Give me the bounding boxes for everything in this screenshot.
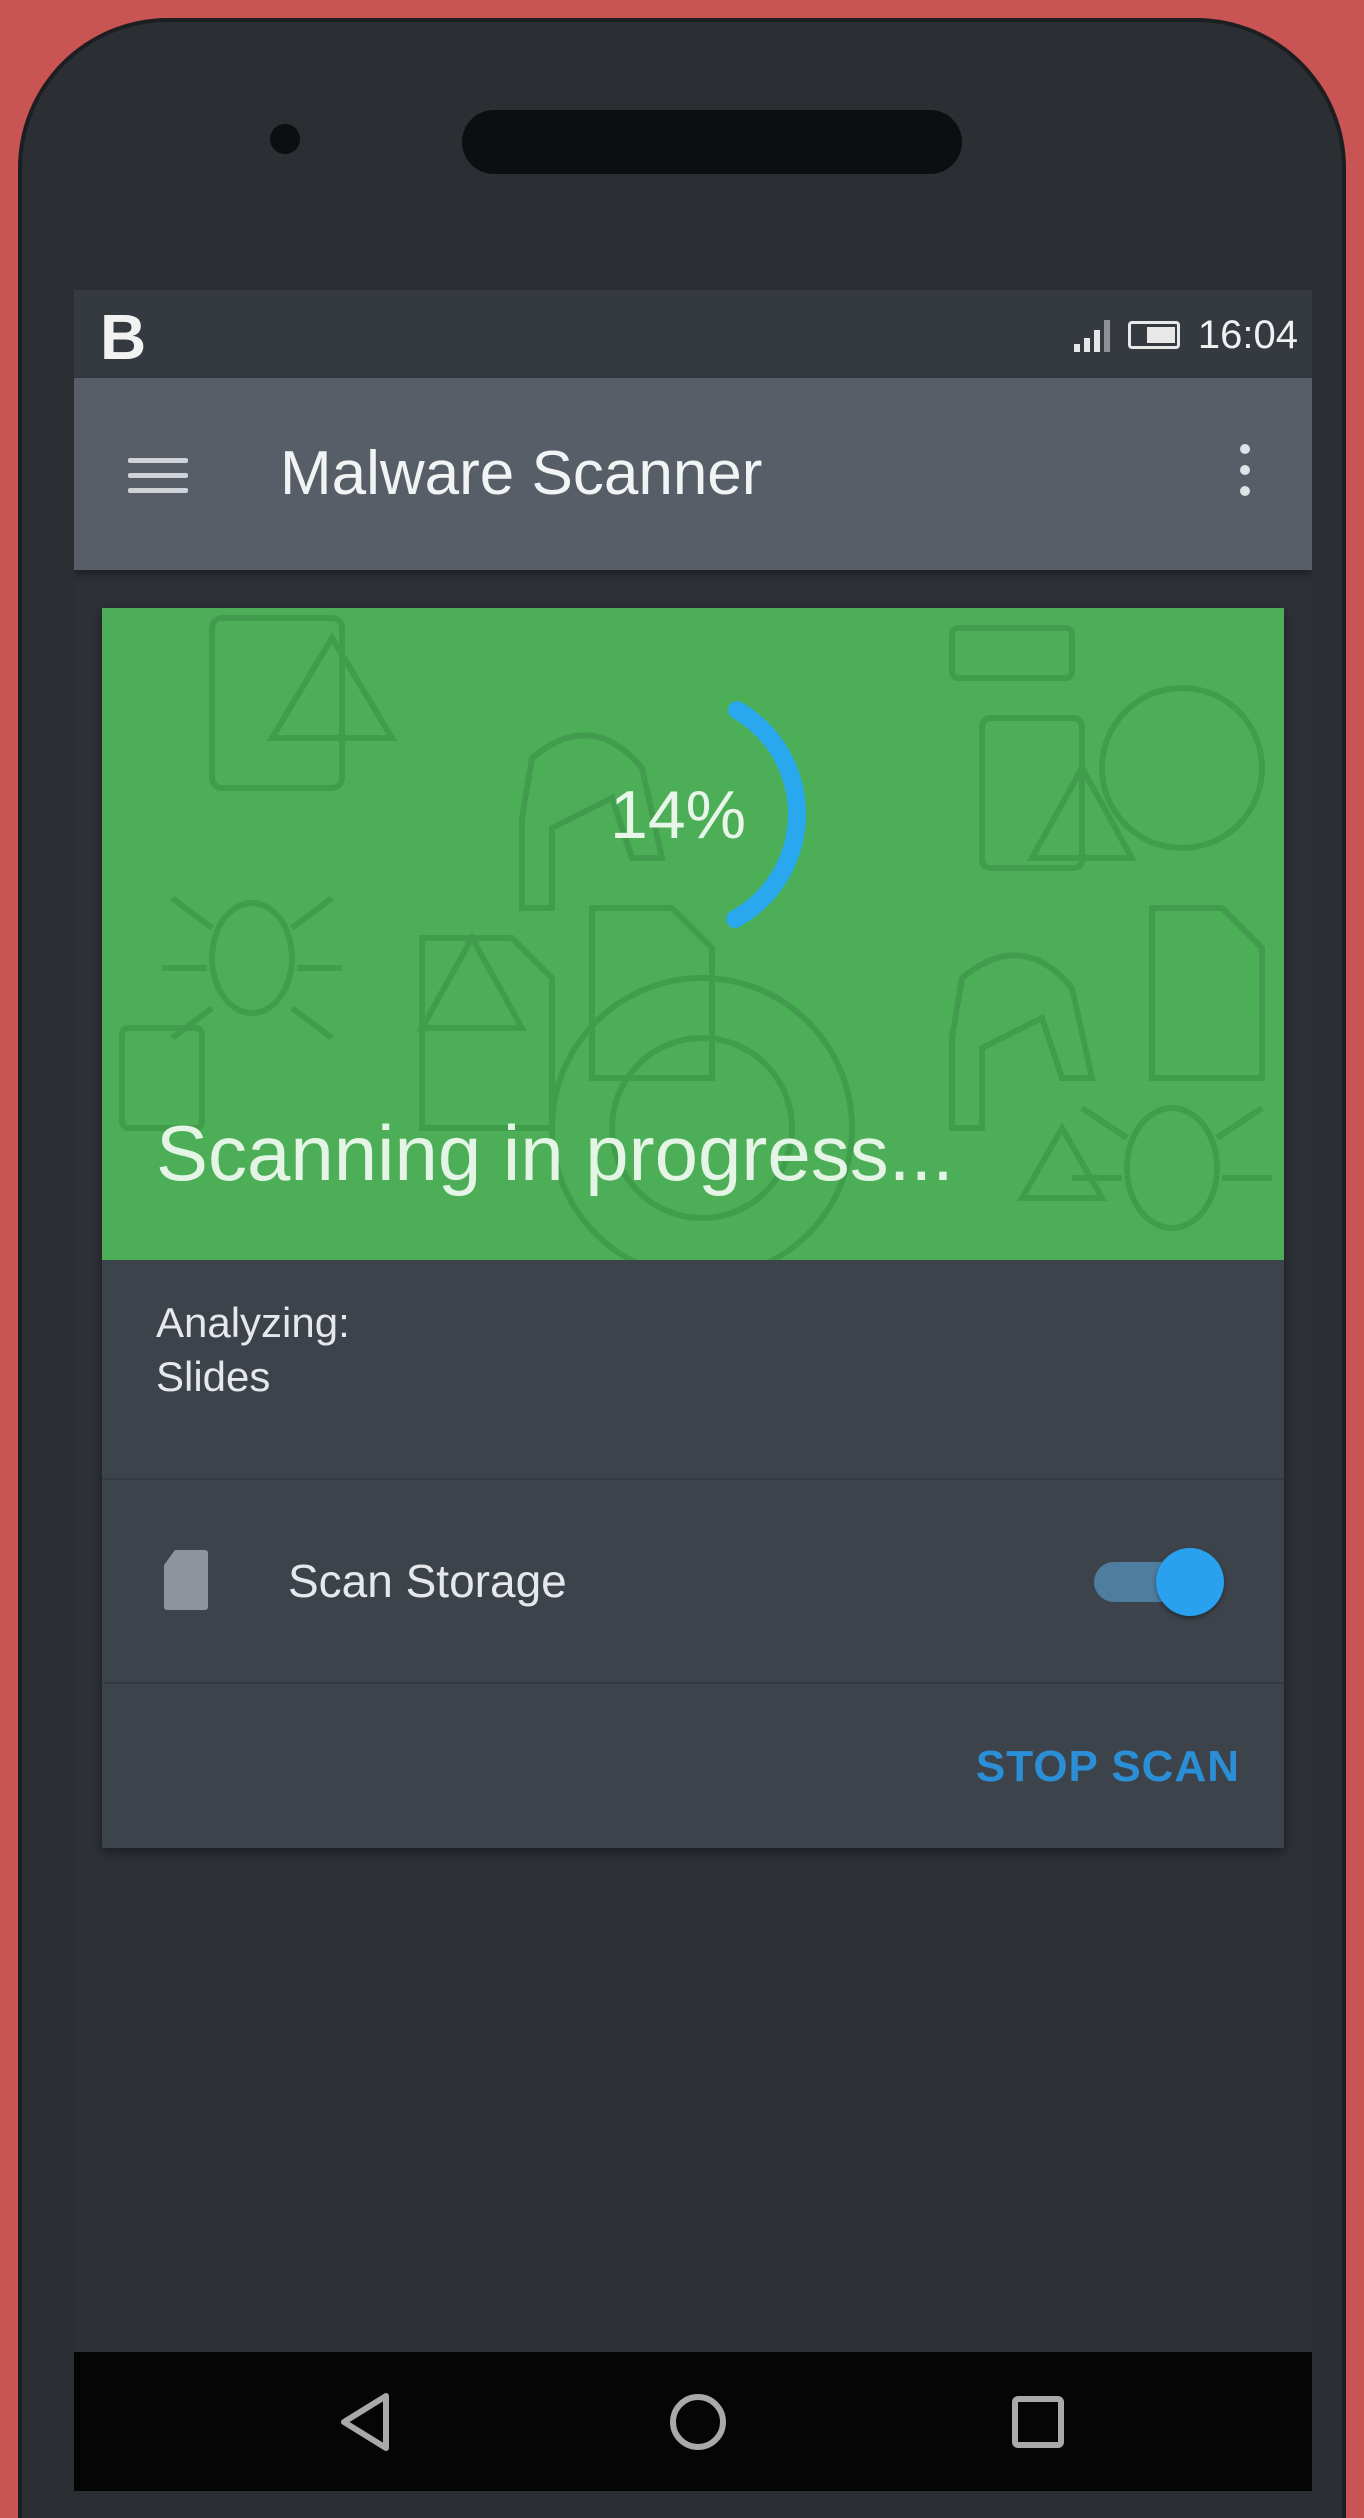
scan-banner: 14% Scanning in progress...: [102, 608, 1284, 1260]
home-icon[interactable]: [670, 2394, 726, 2450]
scan-card: 14% Scanning in progress... Analyzing: S…: [102, 608, 1284, 1848]
progress-percent: 14%: [610, 777, 747, 853]
scan-storage-label: Scan Storage: [288, 1555, 567, 1607]
scan-storage-toggle[interactable]: [1094, 1548, 1224, 1616]
scan-status: Scanning in progress...: [156, 1109, 954, 1197]
status-bar: B 16:04: [74, 290, 1312, 378]
battery-icon: [1127, 321, 1180, 349]
app-bar: Malware Scanner: [74, 378, 1312, 570]
navigation-bar: [74, 2352, 1312, 2491]
status-time: 16:04: [1197, 312, 1298, 357]
scan-storage-row[interactable]: Scan Storage: [102, 1480, 1284, 1684]
status-indicators: 16:04: [1073, 310, 1298, 360]
app-logo: B: [100, 301, 147, 373]
screen: B 16:04 Malware Scanner 14% Scanning in …: [74, 290, 1312, 2491]
page-title: Malware Scanner: [280, 439, 763, 508]
phone-frame: B 16:04 Malware Scanner 14% Scanning in …: [18, 18, 1346, 2518]
signal-icon: [1073, 318, 1110, 352]
sd-card-icon: [164, 1550, 208, 1610]
front-camera: [270, 124, 300, 154]
analyzing-value: Slides: [156, 1353, 271, 1400]
more-vertical-icon[interactable]: [1240, 444, 1254, 508]
recents-icon[interactable]: [1012, 2396, 1064, 2448]
analyzing-section: Analyzing: Slides: [102, 1260, 1284, 1480]
back-icon[interactable]: [336, 2390, 396, 2454]
card-actions: STOP SCAN: [102, 1684, 1284, 1848]
earpiece-speaker: [462, 110, 962, 174]
toggle-thumb: [1156, 1548, 1224, 1616]
menu-icon[interactable]: [128, 458, 188, 494]
analyzing-label: Analyzing:: [156, 1299, 350, 1346]
stop-scan-button[interactable]: STOP SCAN: [976, 1742, 1240, 1792]
